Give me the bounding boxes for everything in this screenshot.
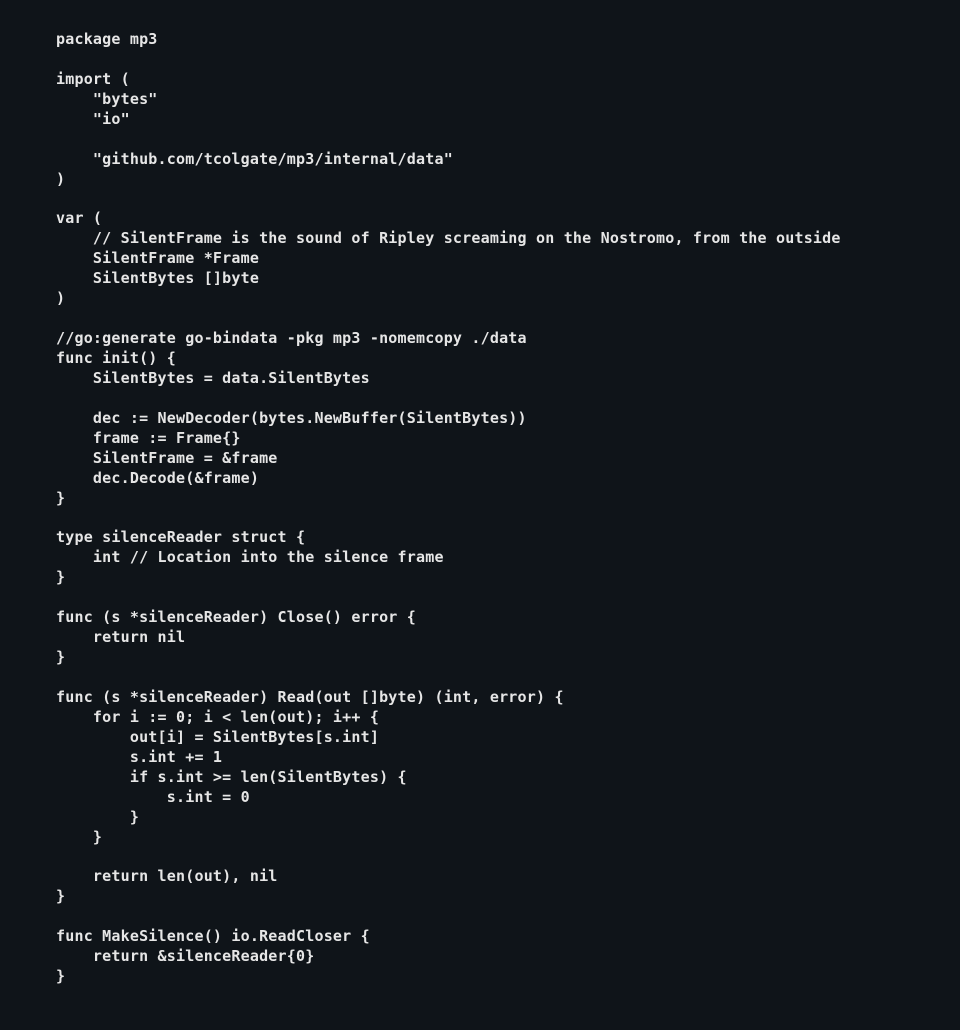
code-block: package mp3 import ( "bytes" "io" "githu… (0, 0, 960, 1017)
